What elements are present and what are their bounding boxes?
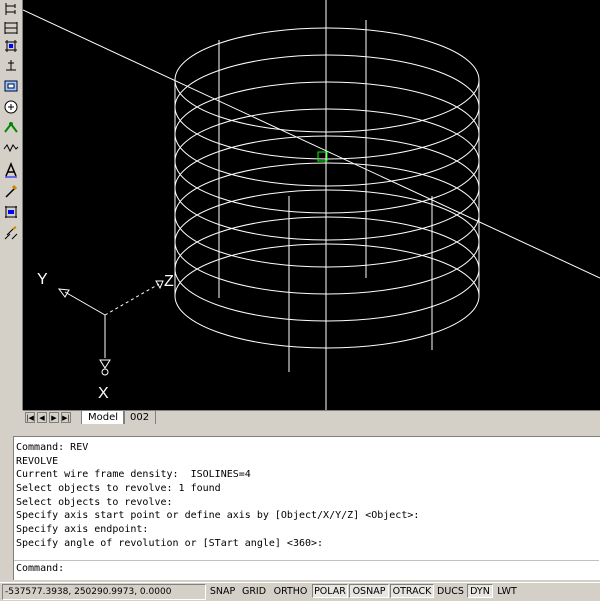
snap-toggle[interactable]: SNAP <box>207 584 238 598</box>
dimension-override-icon[interactable] <box>2 203 20 221</box>
command-history-line: REVOLVE <box>16 455 59 467</box>
command-history-line: Specify axis endpoint: <box>16 524 149 536</box>
cylinder-ring <box>174 243 480 349</box>
command-history-line: Specify angle of revolution or [STart an… <box>16 537 324 549</box>
cylinder-ring <box>174 27 480 133</box>
command-window[interactable]: Command: REV REVOLVE Current wire frame … <box>13 436 600 580</box>
wireframe-scene <box>23 0 600 410</box>
ducs-toggle[interactable]: DUCS <box>435 584 466 598</box>
dimension-edit-icon[interactable] <box>2 119 20 137</box>
center-mark-icon[interactable] <box>2 98 20 116</box>
ucs-x-arrow <box>99 359 111 369</box>
command-history-line: Select objects to revolve: 1 found <box>16 483 221 495</box>
ucs-origin-marker <box>101 368 109 376</box>
dimension-text-edit-icon[interactable] <box>2 140 20 158</box>
command-input[interactable]: Command: <box>16 563 64 574</box>
command-history-line: Command: REV <box>16 442 89 453</box>
cylinder-ring <box>174 216 480 322</box>
command-window-frame: Command: REV REVOLVE Current wire frame … <box>0 424 600 580</box>
cylinder-ring <box>174 81 480 187</box>
last-tab-button[interactable]: ▶| <box>61 412 71 423</box>
previous-tab-button[interactable]: ◀ <box>37 412 47 423</box>
cylinder-ring <box>174 189 480 295</box>
cylinder-ring <box>174 162 480 268</box>
drawing-viewport[interactable]: Y Z X <box>23 0 600 410</box>
ucs-z-arrow <box>155 280 164 290</box>
dimension-continue-icon[interactable] <box>2 37 20 55</box>
otrack-toggle[interactable]: OTRACK <box>390 584 434 598</box>
dimension-update-icon[interactable] <box>2 161 20 179</box>
revolve-axis-line <box>23 9 600 279</box>
ucs-y-axis <box>64 291 106 316</box>
tab-layout-002[interactable]: 002 <box>123 411 157 424</box>
lwt-toggle[interactable]: LWT <box>494 584 520 598</box>
cylinder-ring <box>174 54 480 160</box>
dimension-baseline-icon[interactable] <box>2 19 20 37</box>
polar-toggle[interactable]: POLAR <box>312 584 348 598</box>
command-history-line: Specify axis start point or define axis … <box>16 510 420 522</box>
osnap-toggle[interactable]: OSNAP <box>349 584 389 598</box>
grid-toggle[interactable]: GRID <box>239 584 269 598</box>
command-history: Command: REV REVOLVE Current wire frame … <box>16 441 586 551</box>
next-tab-button[interactable]: ▶ <box>49 412 59 423</box>
dyn-toggle[interactable]: DYN <box>467 584 493 598</box>
dimension-linear-icon[interactable] <box>2 224 20 242</box>
tab-model[interactable]: Model <box>81 411 126 425</box>
command-separator <box>14 560 599 561</box>
ucs-y-arrow <box>57 288 70 298</box>
quick-leader-icon[interactable] <box>2 56 20 74</box>
command-history-line: Select objects to revolve: <box>16 496 173 508</box>
tolerance-icon[interactable] <box>2 77 20 95</box>
coordinate-display[interactable]: -537577.3938, 250290.9973, 0.0000 <box>2 584 206 600</box>
dimension-toolbar <box>0 0 23 410</box>
layout-tab-bar: |◀ ◀ ▶ ▶| Model 002 <box>23 410 600 425</box>
command-history-line: Current wire frame density: ISOLINES=4 <box>16 469 251 481</box>
status-bar: -537577.3938, 250290.9973, 0.0000 SNAP G… <box>0 582 600 601</box>
ortho-toggle[interactable]: ORTHO <box>270 584 311 598</box>
dimension-ordinate-icon[interactable] <box>2 0 20 18</box>
dimension-style-icon[interactable] <box>2 182 20 200</box>
first-tab-button[interactable]: |◀ <box>25 412 35 423</box>
ucs-z-axis <box>104 283 160 316</box>
